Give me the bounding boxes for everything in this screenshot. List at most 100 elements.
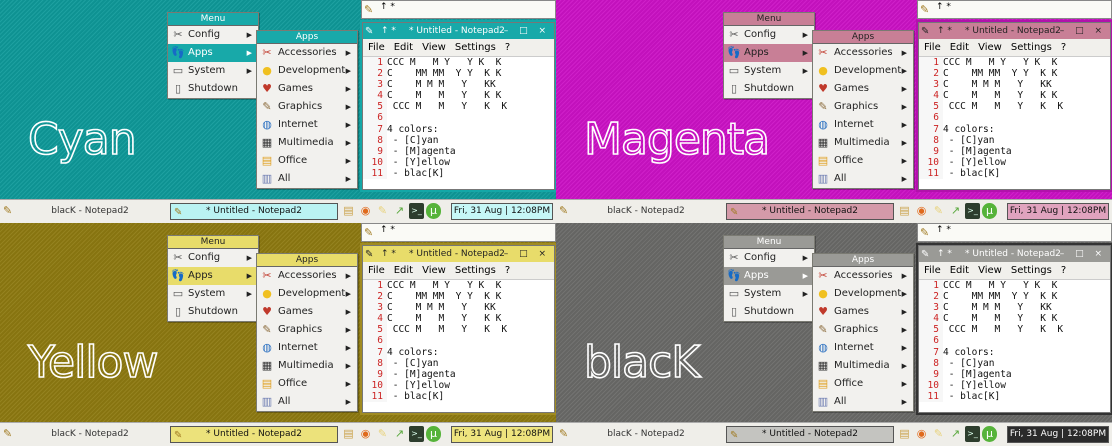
apps-item-graphics[interactable]: ✎ Graphics ▶ <box>813 321 913 339</box>
notepad-minimized-bar[interactable]: ✎ ↑ * <box>917 0 1112 19</box>
menu-settings[interactable]: Settings <box>455 265 496 276</box>
menu-item-system[interactable]: ▭ System ▶ <box>724 285 814 303</box>
text-editor[interactable]: 1 CCC M M Y Y K K2C MM MM Y Y K K3C M M M… <box>919 57 1110 180</box>
text-editor[interactable]: 1 CCC M M Y Y K K2C MM MM Y Y K K3C M M M… <box>363 57 554 180</box>
menu-item-system[interactable]: ▭ System ▶ <box>168 62 258 80</box>
apps-item-accessories[interactable]: ✂ Accessories ▶ <box>257 44 357 62</box>
firefox-icon[interactable]: ◉ <box>914 203 929 219</box>
taskbar-task-black-notepad[interactable]: blacK - Notepad2 <box>576 427 716 442</box>
apps-item-development[interactable]: ● Development ▶ <box>813 285 913 303</box>
menu-file[interactable]: File <box>368 42 385 53</box>
arrow-icon[interactable]: ↗ <box>392 203 407 219</box>
notepad-launcher-icon[interactable]: ✎ <box>559 204 573 218</box>
notepad-minimized-bar[interactable]: ✎ ↑ * <box>361 0 556 19</box>
taskbar-task-untitled-notepad[interactable]: ✎ * Untitled - Notepad2 <box>726 203 894 220</box>
menu-item-config[interactable]: ✂ Config ▶ <box>724 249 814 267</box>
menu-help[interactable]: ? <box>505 265 510 276</box>
apps-item-games[interactable]: ♥ Games ▶ <box>257 303 357 321</box>
apps-item-all[interactable]: ▥ All ▶ <box>813 393 913 411</box>
utorrent-icon[interactable]: µ <box>982 203 997 219</box>
folder-icon[interactable]: ▤ <box>341 426 356 442</box>
clock[interactable]: Fri, 31 Aug | 12:08PM <box>1007 203 1109 220</box>
apps-item-accessories[interactable]: ✂ Accessories ▶ <box>813 267 913 285</box>
menu-item-shutdown[interactable]: ▯ Shutdown <box>168 303 258 321</box>
arrow-icon[interactable]: ↗ <box>392 426 407 442</box>
menu-item-system[interactable]: ▭ System ▶ <box>168 285 258 303</box>
apps-item-games[interactable]: ♥ Games ▶ <box>813 80 913 98</box>
menu-item-apps[interactable]: 👣 Apps ▶ <box>724 44 814 62</box>
menu-view[interactable]: View <box>422 265 446 276</box>
terminal-icon[interactable]: >_ <box>965 426 980 442</box>
apps-item-development[interactable]: ● Development ▶ <box>813 62 913 80</box>
apps-item-graphics[interactable]: ✎ Graphics ▶ <box>257 98 357 116</box>
menu-file[interactable]: File <box>924 265 941 276</box>
apps-item-multimedia[interactable]: ▦ Multimedia ▶ <box>813 357 913 375</box>
utorrent-icon[interactable]: µ <box>426 203 441 219</box>
window-controls[interactable]: – □ × <box>504 23 550 39</box>
clock[interactable]: Fri, 31 Aug | 12:08PM <box>451 203 553 220</box>
taskbar-task-untitled-notepad[interactable]: ✎ * Untitled - Notepad2 <box>170 426 338 443</box>
arrow-icon[interactable]: ↗ <box>948 426 963 442</box>
notepad-launcher-icon[interactable]: ✎ <box>3 427 17 441</box>
menu-edit[interactable]: Edit <box>950 265 969 276</box>
menu-item-apps[interactable]: 👣 Apps ▶ <box>168 44 258 62</box>
notepad-titlebar[interactable]: ✎ ↑ * * Untitled - Notepad2– □ × <box>919 246 1110 262</box>
apps-item-accessories[interactable]: ✂ Accessories ▶ <box>257 267 357 285</box>
taskbar-task-black-notepad[interactable]: blacK - Notepad2 <box>20 427 160 442</box>
notes-icon[interactable]: ✎ <box>375 426 390 442</box>
menu-file[interactable]: File <box>368 265 385 276</box>
menu-view[interactable]: View <box>978 265 1002 276</box>
apps-item-internet[interactable]: ◍ Internet ▶ <box>813 116 913 134</box>
menu-view[interactable]: View <box>978 42 1002 53</box>
menu-view[interactable]: View <box>422 42 446 53</box>
menu-help[interactable]: ? <box>1061 42 1066 53</box>
menu-edit[interactable]: Edit <box>950 42 969 53</box>
folder-icon[interactable]: ▤ <box>897 426 912 442</box>
clock[interactable]: Fri, 31 Aug | 12:08PM <box>1007 426 1109 443</box>
apps-item-multimedia[interactable]: ▦ Multimedia ▶ <box>257 134 357 152</box>
menu-help[interactable]: ? <box>1061 265 1066 276</box>
notepad-minimized-bar[interactable]: ✎ ↑ * <box>917 223 1112 242</box>
menu-item-shutdown[interactable]: ▯ Shutdown <box>168 80 258 98</box>
utorrent-icon[interactable]: µ <box>426 426 441 442</box>
menu-item-config[interactable]: ✂ Config ▶ <box>168 26 258 44</box>
notepad-titlebar[interactable]: ✎ ↑ * * Untitled - Notepad2– □ × <box>919 23 1110 39</box>
notes-icon[interactable]: ✎ <box>931 203 946 219</box>
apps-item-office[interactable]: ▤ Office ▶ <box>257 152 357 170</box>
apps-item-internet[interactable]: ◍ Internet ▶ <box>257 116 357 134</box>
taskbar-task-untitled-notepad[interactable]: ✎ * Untitled - Notepad2 <box>170 203 338 220</box>
menu-item-system[interactable]: ▭ System ▶ <box>724 62 814 80</box>
text-editor[interactable]: 1 CCC M M Y Y K K2C MM MM Y Y K K3C M M M… <box>919 280 1110 403</box>
utorrent-icon[interactable]: µ <box>982 426 997 442</box>
menu-file[interactable]: File <box>924 42 941 53</box>
menu-item-config[interactable]: ✂ Config ▶ <box>724 26 814 44</box>
apps-item-games[interactable]: ♥ Games ▶ <box>813 303 913 321</box>
terminal-icon[interactable]: >_ <box>965 203 980 219</box>
apps-item-office[interactable]: ▤ Office ▶ <box>257 375 357 393</box>
notepad-launcher-icon[interactable]: ✎ <box>559 427 573 441</box>
terminal-icon[interactable]: >_ <box>409 426 424 442</box>
apps-item-internet[interactable]: ◍ Internet ▶ <box>813 339 913 357</box>
menu-item-config[interactable]: ✂ Config ▶ <box>168 249 258 267</box>
menu-help[interactable]: ? <box>505 42 510 53</box>
menu-edit[interactable]: Edit <box>394 42 413 53</box>
apps-item-development[interactable]: ● Development ▶ <box>257 62 357 80</box>
apps-item-all[interactable]: ▥ All ▶ <box>257 170 357 188</box>
taskbar-task-untitled-notepad[interactable]: ✎ * Untitled - Notepad2 <box>726 426 894 443</box>
apps-item-graphics[interactable]: ✎ Graphics ▶ <box>257 321 357 339</box>
apps-item-internet[interactable]: ◍ Internet ▶ <box>257 339 357 357</box>
menu-item-shutdown[interactable]: ▯ Shutdown <box>724 80 814 98</box>
folder-icon[interactable]: ▤ <box>341 203 356 219</box>
notepad-minimized-bar[interactable]: ✎ ↑ * <box>361 223 556 242</box>
menu-edit[interactable]: Edit <box>394 265 413 276</box>
notepad-titlebar[interactable]: ✎ ↑ * * Untitled - Notepad2– □ × <box>363 246 554 262</box>
clock[interactable]: Fri, 31 Aug | 12:08PM <box>451 426 553 443</box>
menu-item-shutdown[interactable]: ▯ Shutdown <box>724 303 814 321</box>
taskbar-task-black-notepad[interactable]: blacK - Notepad2 <box>20 204 160 219</box>
menu-item-apps[interactable]: 👣 Apps ▶ <box>168 267 258 285</box>
menu-settings[interactable]: Settings <box>1011 265 1052 276</box>
window-controls[interactable]: – □ × <box>1060 246 1106 262</box>
apps-item-office[interactable]: ▤ Office ▶ <box>813 375 913 393</box>
apps-item-all[interactable]: ▥ All ▶ <box>257 393 357 411</box>
apps-item-games[interactable]: ♥ Games ▶ <box>257 80 357 98</box>
